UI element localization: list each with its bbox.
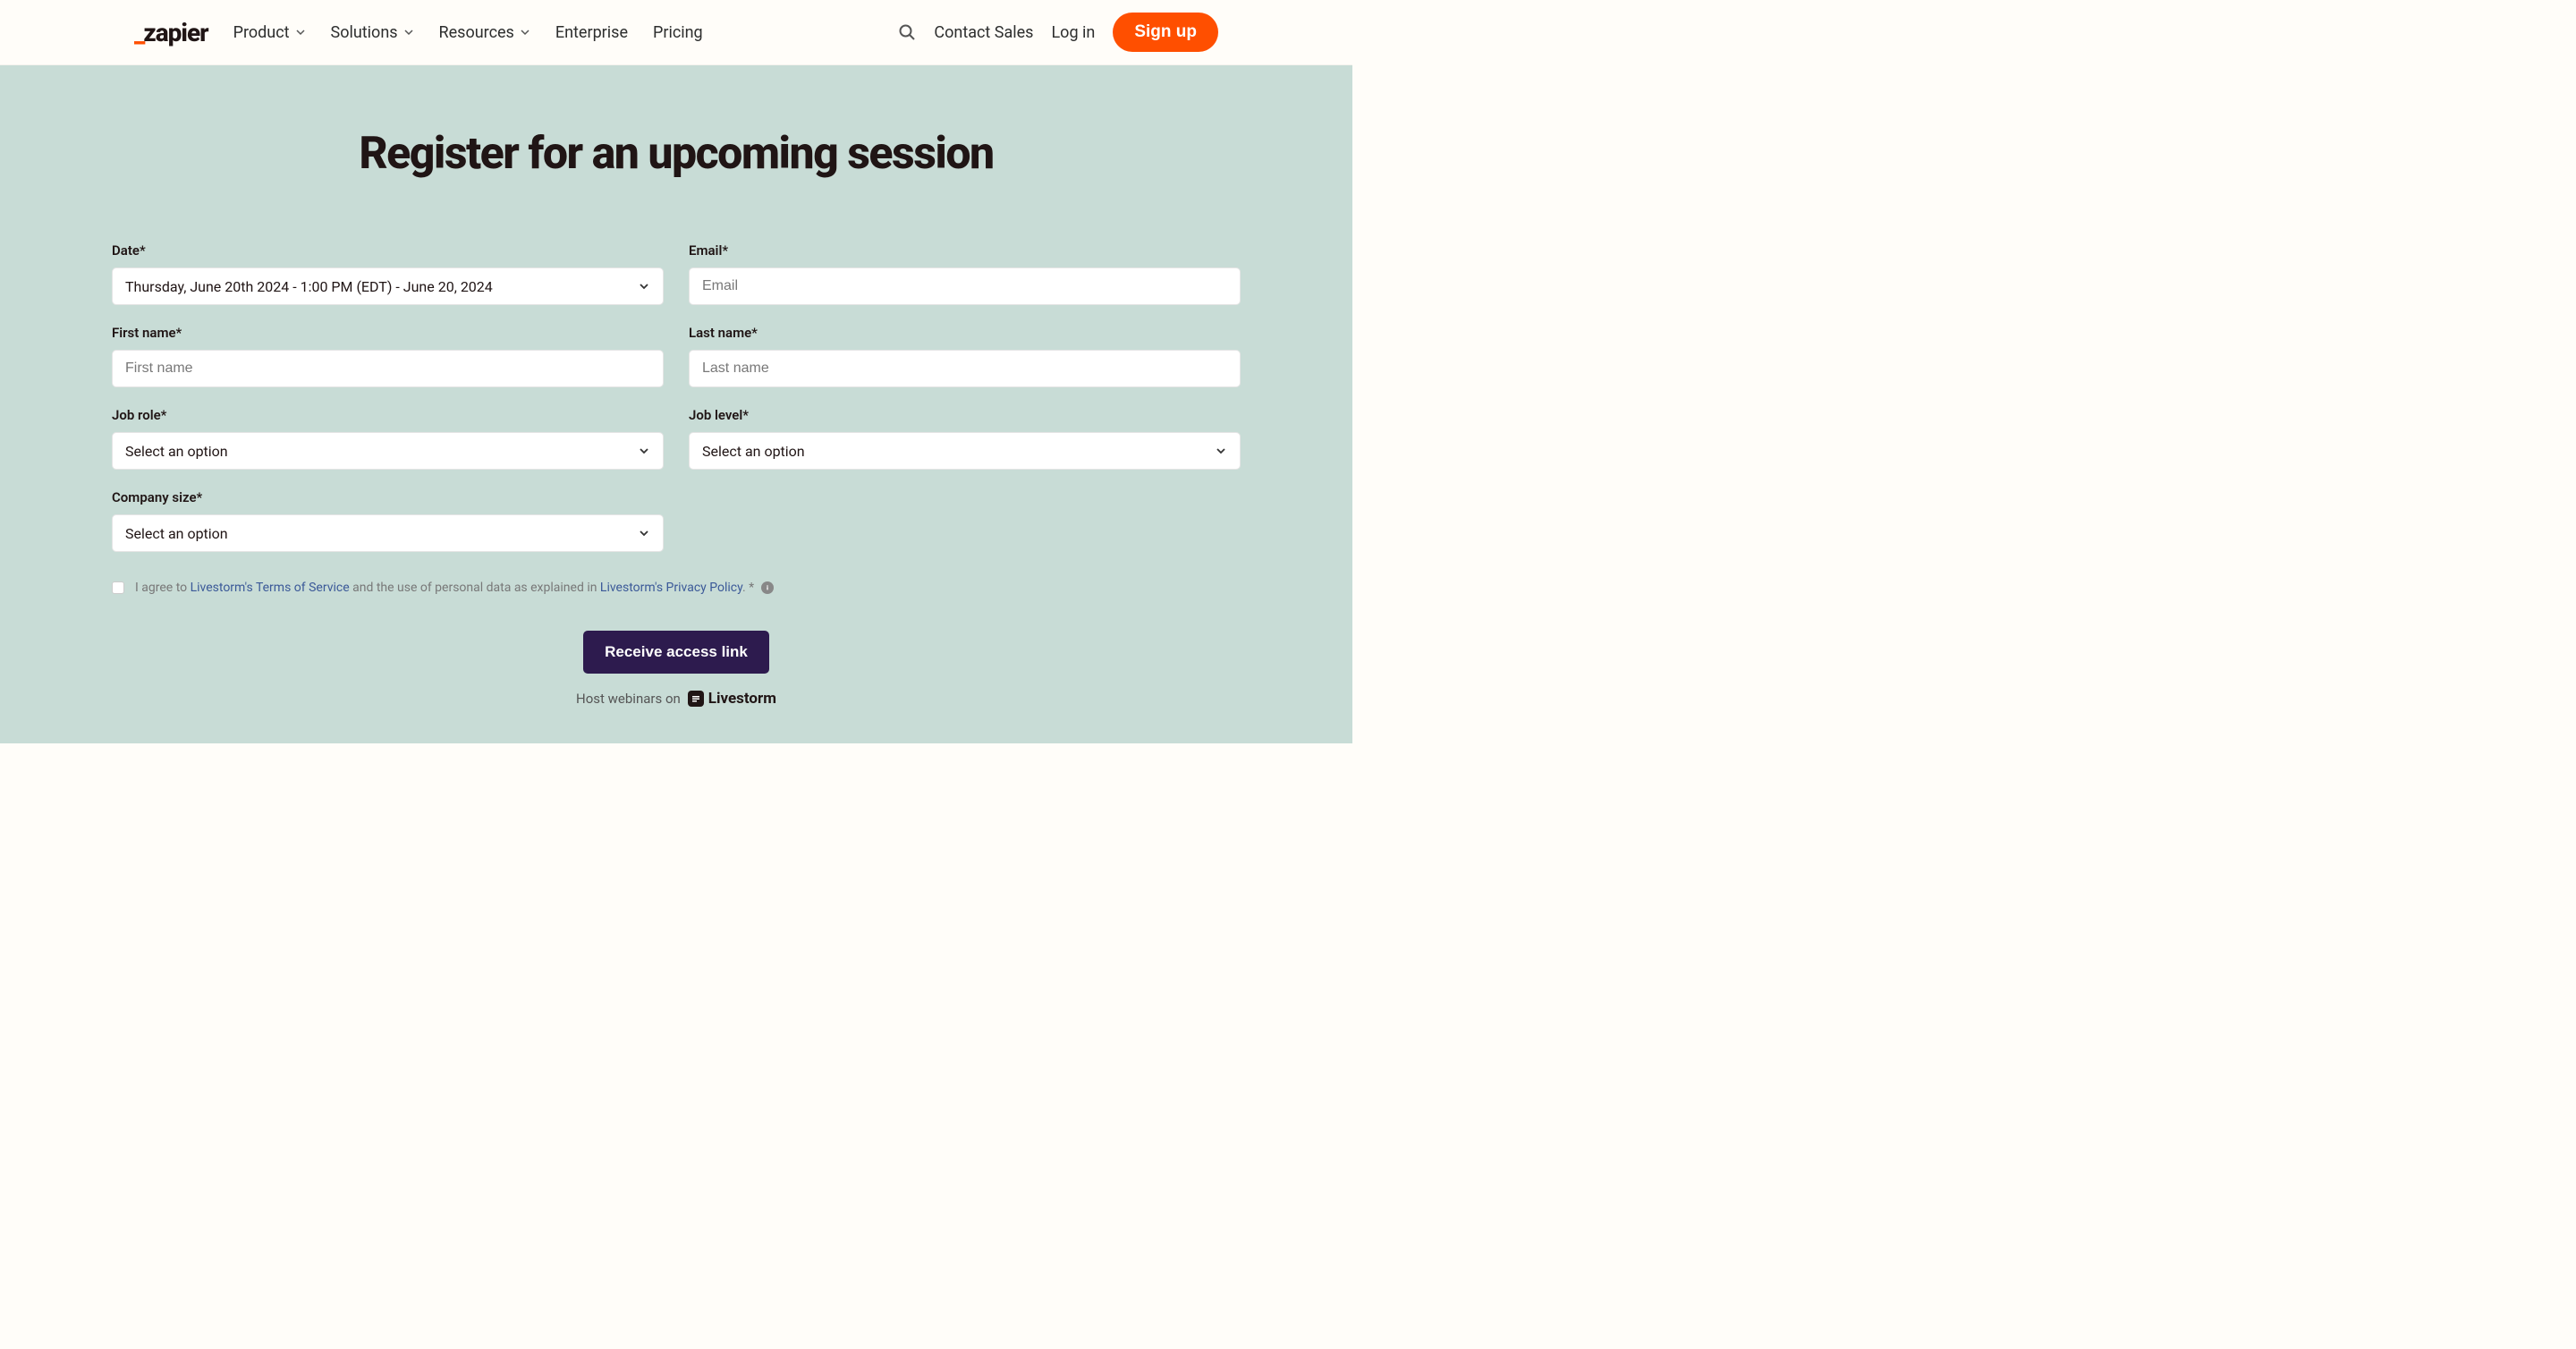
job-role-placeholder: Select an option xyxy=(125,443,638,460)
submit-row: Receive access link xyxy=(112,631,1241,674)
last-name-field-container: Last name* xyxy=(689,325,1241,387)
nav-resources-label: Resources xyxy=(439,23,514,42)
page-title: Register for an upcoming session xyxy=(0,128,1352,180)
email-field-container: Email* xyxy=(689,242,1241,305)
header-left: _zapier Product Solutions Resources Ente… xyxy=(134,18,703,47)
last-name-label: Last name* xyxy=(689,325,1241,341)
nav-solutions-label: Solutions xyxy=(331,23,398,42)
main-nav: Product Solutions Resources Enterprise P… xyxy=(233,23,703,42)
job-role-select[interactable]: Select an option xyxy=(112,432,664,470)
footer-text: Host webinars on xyxy=(576,691,681,707)
email-input[interactable] xyxy=(689,267,1241,305)
job-level-field-container: Job level* Select an option xyxy=(689,407,1241,470)
nav-enterprise-label: Enterprise xyxy=(555,23,628,42)
job-role-field-container: Job role* Select an option xyxy=(112,407,664,470)
first-name-field-container: First name* xyxy=(112,325,664,387)
first-name-input[interactable] xyxy=(112,350,664,387)
chevron-down-icon xyxy=(520,27,530,38)
terms-checkbox[interactable] xyxy=(112,581,124,594)
info-icon[interactable] xyxy=(761,581,774,594)
main-header: _zapier Product Solutions Resources Ente… xyxy=(0,0,1352,65)
date-label: Date* xyxy=(112,242,664,259)
terms-suffix: . * xyxy=(742,581,758,595)
chevron-down-icon xyxy=(403,27,414,38)
chevron-down-icon xyxy=(1215,445,1227,457)
email-label: Email* xyxy=(689,242,1241,259)
nav-enterprise[interactable]: Enterprise xyxy=(555,23,628,42)
terms-prefix: I agree to xyxy=(135,581,191,595)
webinar-host-footer: Host webinars on Livestorm xyxy=(112,690,1241,708)
chevron-down-icon xyxy=(295,27,306,38)
job-level-label: Job level* xyxy=(689,407,1241,423)
chevron-down-icon xyxy=(638,280,650,293)
zapier-logo[interactable]: _zapier xyxy=(134,18,208,47)
date-select[interactable]: Thursday, June 20th 2024 - 1:00 PM (EDT)… xyxy=(112,267,664,305)
main-content: Register for an upcoming session Date* T… xyxy=(0,65,1352,743)
company-size-field-container: Company size* Select an option xyxy=(112,489,664,552)
company-size-placeholder: Select an option xyxy=(125,525,638,542)
livestorm-icon xyxy=(688,691,704,707)
livestorm-logo[interactable]: Livestorm xyxy=(688,690,776,708)
date-value: Thursday, June 20th 2024 - 1:00 PM (EDT)… xyxy=(125,278,638,295)
job-level-select[interactable]: Select an option xyxy=(689,432,1241,470)
livestorm-brand-text: Livestorm xyxy=(708,690,776,708)
company-size-select[interactable]: Select an option xyxy=(112,514,664,552)
submit-button[interactable]: Receive access link xyxy=(583,631,769,674)
chevron-down-icon xyxy=(638,445,650,457)
date-field-container: Date* Thursday, June 20th 2024 - 1:00 PM… xyxy=(112,242,664,305)
signup-button[interactable]: Sign up xyxy=(1113,13,1218,52)
login-link[interactable]: Log in xyxy=(1051,23,1095,42)
first-name-label: First name* xyxy=(112,325,664,341)
job-level-placeholder: Select an option xyxy=(702,443,1215,460)
chevron-down-icon xyxy=(638,527,650,539)
search-icon[interactable] xyxy=(898,23,916,41)
terms-text: I agree to Livestorm's Terms of Service … xyxy=(135,581,774,595)
company-size-label: Company size* xyxy=(112,489,664,505)
nav-pricing[interactable]: Pricing xyxy=(653,23,703,42)
nav-solutions[interactable]: Solutions xyxy=(331,23,414,42)
job-role-label: Job role* xyxy=(112,407,664,423)
logo-text: zapier xyxy=(143,18,208,47)
nav-product-label: Product xyxy=(233,23,290,42)
terms-middle: and the use of personal data as explaine… xyxy=(350,581,600,595)
privacy-policy-link[interactable]: Livestorm's Privacy Policy xyxy=(600,581,742,595)
nav-product[interactable]: Product xyxy=(233,23,306,42)
contact-sales-link[interactable]: Contact Sales xyxy=(934,23,1033,42)
nav-resources[interactable]: Resources xyxy=(439,23,530,42)
last-name-input[interactable] xyxy=(689,350,1241,387)
terms-row: I agree to Livestorm's Terms of Service … xyxy=(112,581,1241,595)
terms-of-service-link[interactable]: Livestorm's Terms of Service xyxy=(191,581,350,595)
nav-pricing-label: Pricing xyxy=(653,23,703,42)
form-grid: Date* Thursday, June 20th 2024 - 1:00 PM… xyxy=(112,242,1241,552)
registration-form: Date* Thursday, June 20th 2024 - 1:00 PM… xyxy=(112,242,1241,708)
header-right: Contact Sales Log in Sign up xyxy=(898,13,1218,52)
